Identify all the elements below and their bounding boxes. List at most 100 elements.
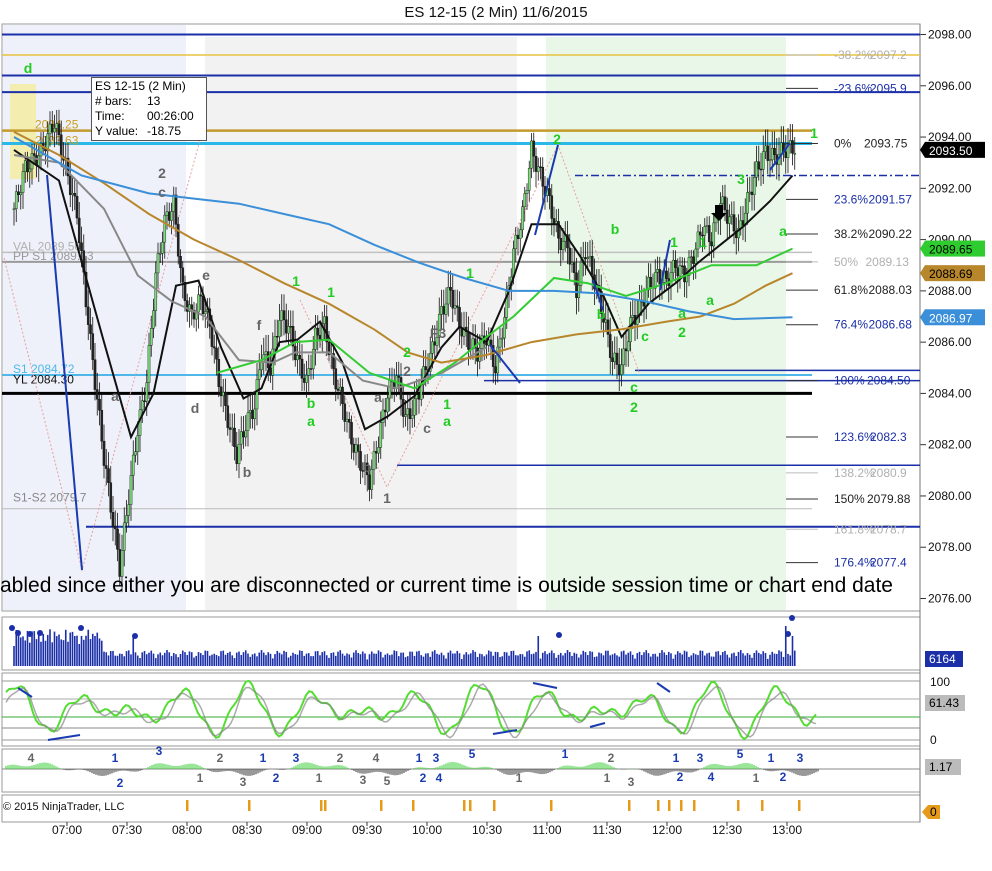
volume-bar <box>449 650 452 666</box>
candle-body <box>86 306 90 325</box>
candle-body <box>28 168 32 173</box>
volume-bar <box>460 659 463 666</box>
candle-body <box>93 359 97 390</box>
volume-bar <box>762 651 765 666</box>
candle-body <box>548 188 551 196</box>
volume-bar <box>134 652 137 666</box>
volume-bar <box>175 654 177 666</box>
fib-value: 2088.03 <box>869 283 913 297</box>
volume-bar <box>595 656 598 666</box>
wave-label: c <box>158 184 166 200</box>
volume-bar <box>733 652 735 666</box>
volume-bar <box>753 652 756 666</box>
candle-body <box>644 289 648 307</box>
volume-bar <box>251 654 254 666</box>
axis-value-badge-tip <box>920 265 925 282</box>
wave-label: 2 <box>678 324 686 340</box>
candle-body <box>266 351 270 369</box>
candle-body <box>721 196 725 204</box>
candle-body <box>689 256 693 258</box>
candle-body <box>586 257 590 260</box>
candle-body <box>611 357 614 362</box>
y-tick-label: 2082.00 <box>928 438 972 452</box>
axis-value-text: 2089.65 <box>929 243 973 257</box>
wave-label: b <box>611 221 620 237</box>
candle-body <box>516 234 520 239</box>
candle-body <box>185 300 189 312</box>
candle-body <box>694 248 698 264</box>
volume-bar <box>213 653 216 666</box>
x-tick-label: 09:30 <box>352 823 382 837</box>
candle-body <box>725 209 729 224</box>
crosshair-info-box: ES 12-15 (2 Min) # bars: 13 Time: 00:26:00… <box>91 77 207 141</box>
fib-label: 76.4% <box>834 318 868 332</box>
candle-body <box>228 427 232 430</box>
volume-bar <box>458 653 461 666</box>
volume-bar <box>305 653 308 666</box>
volume-bar <box>37 633 40 666</box>
candle-body <box>111 512 115 527</box>
wave-label: a <box>779 223 787 239</box>
marker-panel-frame <box>1 794 921 823</box>
candle-body <box>154 272 158 311</box>
volume-bar <box>395 651 398 666</box>
volume-bar <box>422 656 425 666</box>
candle-body <box>140 400 144 411</box>
volume-spike-dot <box>27 631 33 637</box>
volume-spike-dot <box>556 632 562 638</box>
volume-bar <box>690 655 693 666</box>
candle-body <box>723 196 727 211</box>
volume-bar <box>332 652 335 666</box>
candle-body <box>147 345 151 383</box>
volume-bar <box>296 654 299 666</box>
candle-body <box>404 414 407 417</box>
candle-body <box>305 375 308 383</box>
candle-body <box>156 253 160 274</box>
candle-body <box>467 331 470 350</box>
candle-body <box>489 339 493 346</box>
volume-bar <box>508 655 510 666</box>
volume-bar <box>487 650 490 666</box>
volume-bar <box>46 634 49 666</box>
volume-bar <box>631 654 634 666</box>
candle-body <box>451 290 455 309</box>
candle-body <box>212 346 216 349</box>
volume-bar <box>685 651 688 666</box>
candle-body <box>674 260 677 268</box>
volume-bar <box>44 640 47 666</box>
axis-value-text: 2086.97 <box>929 311 973 325</box>
wave-count-label: 3 <box>240 775 247 789</box>
candle-body <box>536 166 540 172</box>
volume-bar <box>620 651 623 666</box>
x-tick-label: 11:30 <box>592 823 621 837</box>
x-tick-label: 13:00 <box>772 823 802 837</box>
candle-body <box>408 408 412 419</box>
volume-bar <box>658 652 661 666</box>
volume-bar <box>35 639 38 666</box>
volume-bar <box>757 652 760 666</box>
x-tick-label: 11:00 <box>532 823 561 837</box>
candle-body <box>453 305 457 309</box>
volume-bar <box>746 653 749 666</box>
candle-body <box>433 341 437 346</box>
volume-bar <box>114 655 117 666</box>
candle-body <box>50 123 54 133</box>
volume-bar <box>366 659 369 666</box>
candle-body <box>325 316 329 343</box>
volume-bar <box>427 653 429 666</box>
candle-body <box>424 366 428 370</box>
wave-label: a <box>706 292 714 308</box>
candle-body <box>113 526 117 530</box>
candle-body <box>219 386 223 397</box>
volume-bar <box>87 629 90 666</box>
volume-bar <box>312 656 315 666</box>
volume-bar <box>492 655 495 666</box>
volume-bar <box>253 653 256 666</box>
candle-body <box>233 427 236 448</box>
volume-bar <box>400 652 402 666</box>
volume-bar <box>787 653 789 666</box>
wave-count-label: 1 <box>562 747 569 761</box>
volume-bar <box>55 636 58 666</box>
volume-bar <box>598 652 600 666</box>
candle-body <box>309 368 313 370</box>
